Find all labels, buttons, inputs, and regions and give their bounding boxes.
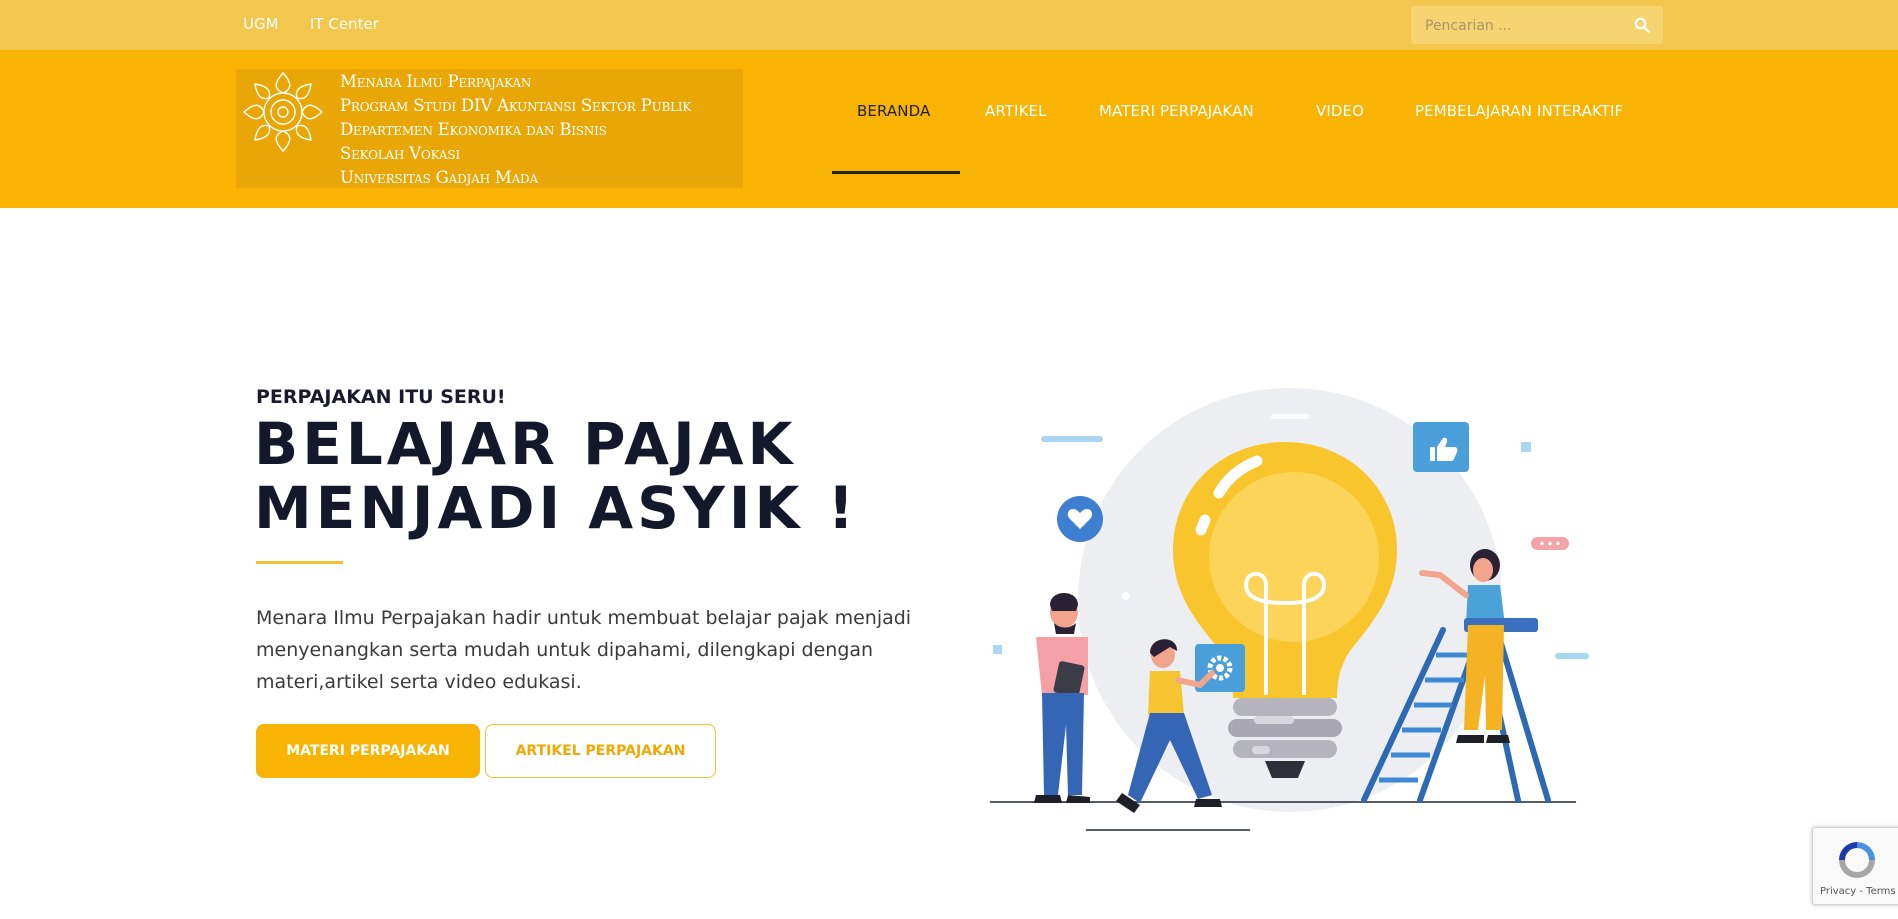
hero-title-line-1: BELAJAR PAJAK xyxy=(254,410,797,478)
hero-title: BELAJAR PAJAK MENJADI ASYIK ! xyxy=(254,412,858,540)
search-input[interactable] xyxy=(1423,6,1627,46)
lightbulb-illustration xyxy=(990,388,1589,831)
top-bar: UGM IT Center xyxy=(0,0,1898,51)
recaptcha-badge[interactable]: Privacy - Terms xyxy=(1812,827,1898,905)
hero-title-line-2: MENJADI ASYIK ! xyxy=(254,474,859,542)
main-header: Menara Ilmu Perpajakan Program Studi DIV… xyxy=(0,50,1898,208)
nav-video[interactable]: VIDEO xyxy=(1316,102,1364,120)
search-box xyxy=(1411,6,1663,46)
artikel-perpajakan-button[interactable]: ARTIKEL PERPAJAKAN xyxy=(485,724,716,778)
recaptcha-terms[interactable]: Privacy - Terms xyxy=(1820,886,1896,897)
nav-active-indicator xyxy=(832,171,960,174)
hero-divider xyxy=(256,561,343,564)
hero-kicker: PERPAJAKAN ITU SERU! xyxy=(256,386,506,408)
search-icon[interactable] xyxy=(1634,17,1650,33)
nav-artikel[interactable]: ARTIKEL xyxy=(985,102,1047,120)
materi-perpajakan-button[interactable]: MATERI PERPAJAKAN xyxy=(256,724,480,778)
topbar-link-ugm[interactable]: UGM xyxy=(243,15,279,33)
hero-description: Menara Ilmu Perpajakan hadir untuk membu… xyxy=(256,607,912,693)
nav-pembelajaran-interaktif[interactable]: PEMBELAJARAN INTERAKTIF xyxy=(1415,102,1623,120)
main-nav: BERANDA ARTIKEL MATERI PERPAJAKAN VIDEO … xyxy=(0,50,1898,208)
nav-beranda[interactable]: BERANDA xyxy=(857,102,930,120)
topbar-link-it-center[interactable]: IT Center xyxy=(310,15,379,33)
recaptcha-icon xyxy=(1839,842,1875,878)
nav-materi-perpajakan[interactable]: MATERI PERPAJAKAN xyxy=(1099,102,1254,120)
